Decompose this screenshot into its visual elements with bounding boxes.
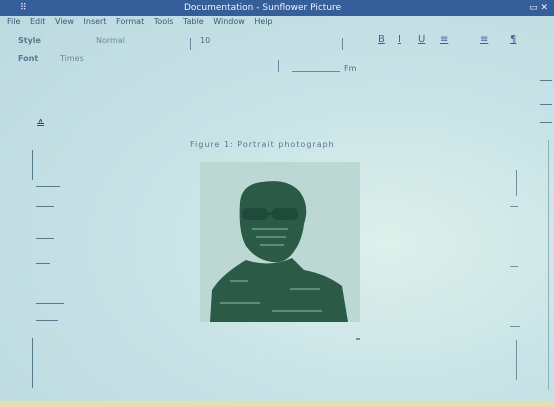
left-margin-panel: ≙	[12, 88, 64, 388]
title-bar: ⠿ Documentation - Sunflower Picture ▭ ✕	[0, 0, 554, 16]
underline-button[interactable]: U	[418, 34, 425, 45]
menu-item-format[interactable]: Format	[116, 17, 144, 26]
margin-bar	[32, 338, 33, 388]
size-field[interactable]: 10	[200, 36, 210, 45]
margin-marker	[36, 303, 64, 304]
menu-item-tools[interactable]: Tools	[154, 17, 174, 26]
frame-edge	[516, 340, 517, 380]
toolbar-separator	[278, 60, 279, 72]
status-bar	[0, 401, 554, 407]
anchor-icon[interactable]: ≙	[36, 118, 45, 131]
ruler-line	[292, 71, 340, 72]
margin-bar	[32, 150, 33, 180]
style-label: Style	[18, 36, 41, 45]
window-title: Documentation - Sunflower Picture	[184, 3, 342, 13]
menu-item-view[interactable]: View	[55, 17, 74, 26]
toolbar-separator	[342, 38, 343, 50]
frame-edge	[510, 206, 518, 207]
system-menu-icon[interactable]: ⠿	[20, 0, 27, 16]
menu-item-file[interactable]: File	[7, 17, 20, 26]
margin-marker	[36, 186, 60, 187]
scroll-track[interactable]	[548, 140, 549, 390]
frame-edge	[510, 326, 520, 327]
scroll-marker	[540, 122, 552, 123]
style-dropdown[interactable]: Normal	[96, 36, 125, 45]
menu-item-window[interactable]: Window	[213, 17, 245, 26]
menu-bar: File Edit View Insert Format Tools Table…	[0, 17, 554, 31]
app-window: ⠿ Documentation - Sunflower Picture ▭ ✕ …	[0, 0, 554, 407]
format-toolbar: Style Normal Font Times 10 Fm B I U ≡ ≡ …	[0, 34, 554, 76]
margin-marker	[36, 320, 58, 321]
vertical-scrollbar[interactable]	[534, 80, 554, 400]
menu-item-table[interactable]: Table	[183, 17, 204, 26]
bold-button[interactable]: B	[378, 34, 385, 45]
align-left-button[interactable]: ≡	[440, 34, 448, 45]
menu-item-help[interactable]: Help	[254, 17, 272, 26]
scroll-marker	[540, 104, 552, 105]
menu-item-edit[interactable]: Edit	[30, 17, 46, 26]
align-center-button[interactable]: ≡	[480, 34, 488, 45]
margin-marker	[36, 238, 54, 239]
toolbar-separator	[190, 38, 191, 50]
ruler-label: Fm	[344, 64, 357, 73]
portrait-image[interactable]	[200, 162, 360, 322]
frame-mark	[356, 338, 360, 340]
font-dropdown[interactable]: Times	[60, 54, 84, 63]
frame-edge	[510, 266, 518, 267]
frame-edge	[516, 170, 517, 196]
margin-marker	[36, 263, 50, 264]
paragraph-button[interactable]: ¶	[510, 34, 516, 45]
scroll-marker	[540, 80, 552, 81]
margin-marker	[36, 206, 54, 207]
font-label: Font	[18, 54, 39, 63]
menu-item-insert[interactable]: Insert	[84, 17, 107, 26]
figure-caption: Figure 1: Portrait photograph	[190, 140, 335, 149]
italic-button[interactable]: I	[398, 34, 401, 45]
window-controls[interactable]: ▭ ✕	[529, 0, 548, 16]
